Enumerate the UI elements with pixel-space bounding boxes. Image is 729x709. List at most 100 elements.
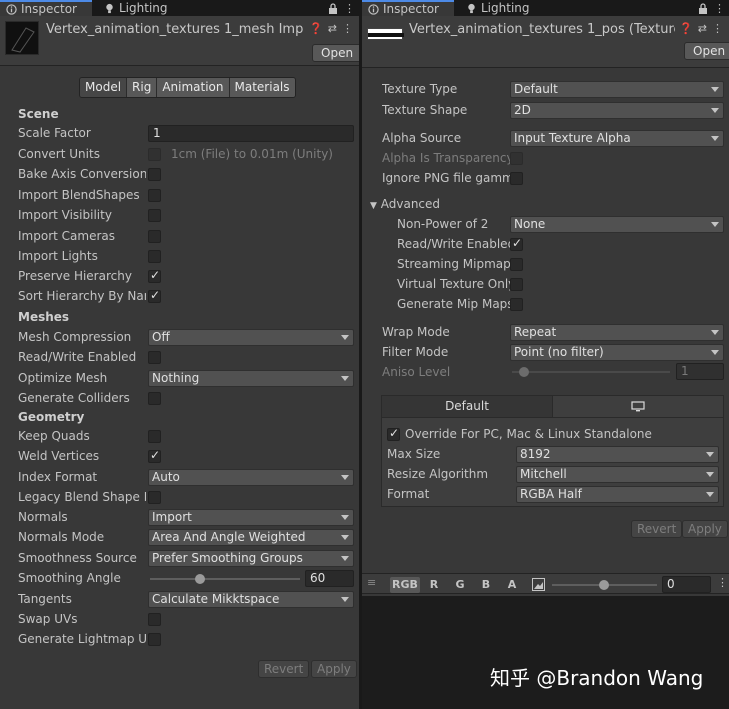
mesh-thumbnail <box>5 21 39 55</box>
alpha-source-dropdown[interactable]: Input Texture Alpha <box>510 130 724 147</box>
scale-factor-field[interactable]: 1 <box>148 125 354 142</box>
mip-level-knob[interactable] <box>599 580 609 590</box>
tab-rig[interactable]: Rig <box>127 78 158 97</box>
aniso-level-field[interactable]: 1 <box>676 363 724 380</box>
scale-factor-label: Scale Factor <box>18 126 91 140</box>
read-write-checkbox[interactable] <box>510 236 523 251</box>
revert-button[interactable]: Revert <box>258 660 310 678</box>
dropdown-arrow-icon <box>341 475 349 480</box>
tab-inspector[interactable]: Inspector <box>0 0 92 16</box>
preserve-hierarchy-checkbox[interactable] <box>148 268 161 283</box>
legacy-blend-checkbox[interactable] <box>148 491 161 504</box>
revert-button[interactable]: Revert <box>631 520 683 538</box>
tangents-dropdown[interactable]: Calculate Mikktspace <box>148 591 354 608</box>
filter-mode-value: Point (no filter) <box>514 345 604 359</box>
import-lights-checkbox[interactable] <box>148 250 161 263</box>
tab-inspector-label: Inspector <box>21 2 77 16</box>
import-blendshapes-checkbox[interactable] <box>148 189 161 202</box>
aniso-level-knob[interactable] <box>519 367 529 377</box>
drag-handle-icon[interactable]: ≡ <box>367 576 376 589</box>
filter-mode-dropdown[interactable]: Point (no filter) <box>510 344 724 361</box>
normals-dropdown[interactable]: Import <box>148 509 354 526</box>
more-menu-icon[interactable]: ⋮ <box>342 22 353 35</box>
info-icon <box>368 3 379 15</box>
channel-b-button[interactable]: B <box>478 577 494 593</box>
swap-uvs-checkbox[interactable] <box>148 613 161 626</box>
smoothing-angle-field[interactable]: 60 <box>305 570 354 587</box>
mesh-compression-label: Mesh Compression <box>18 330 132 344</box>
channel-a-button[interactable]: A <box>504 577 520 593</box>
mip-preview-icon[interactable] <box>532 578 545 591</box>
smoothness-source-dropdown[interactable]: Prefer Smoothing Groups <box>148 550 354 567</box>
mesh-compression-dropdown[interactable]: Off <box>148 329 354 346</box>
virtual-texture-checkbox[interactable] <box>510 278 523 291</box>
import-cameras-checkbox[interactable] <box>148 230 161 243</box>
index-format-dropdown[interactable]: Auto <box>148 469 354 486</box>
tab-platform-standalone[interactable] <box>553 396 723 417</box>
aniso-level-track[interactable] <box>512 371 670 373</box>
mip-level-field[interactable]: 0 <box>662 576 711 593</box>
open-button[interactable]: Open <box>312 44 359 62</box>
wrap-mode-dropdown[interactable]: Repeat <box>510 324 724 341</box>
advanced-foldout[interactable]: ▼ Advanced <box>370 197 510 211</box>
dropdown-arrow-icon <box>341 376 349 381</box>
lock-icon[interactable] <box>698 2 708 14</box>
more-menu-icon[interactable]: ⋮ <box>712 22 723 35</box>
preset-icon[interactable]: ⇄ <box>328 22 337 35</box>
more-menu-icon[interactable]: ⋮ <box>717 576 728 589</box>
tab-lighting[interactable]: Lighting <box>460 0 540 16</box>
max-size-dropdown[interactable]: 8192 <box>516 446 719 463</box>
apply-button[interactable]: Apply <box>311 660 357 678</box>
tab-lighting[interactable]: Lighting <box>98 0 178 16</box>
header-icons: ❓ ⇄ ⋮ <box>309 22 353 35</box>
import-visibility-checkbox[interactable] <box>148 209 161 222</box>
more-menu-icon[interactable]: ⋮ <box>344 2 355 15</box>
lock-icon[interactable] <box>328 2 338 14</box>
smoothness-source-value: Prefer Smoothing Groups <box>152 551 303 565</box>
texture-shape-dropdown[interactable]: 2D <box>510 102 724 119</box>
texture-type-dropdown[interactable]: Default <box>510 81 724 98</box>
preset-icon[interactable]: ⇄ <box>698 22 707 35</box>
streaming-mipmaps-checkbox[interactable] <box>510 258 523 271</box>
tab-inspector-label: Inspector <box>383 2 439 16</box>
tab-animation[interactable]: Animation <box>157 78 230 97</box>
channel-r-button[interactable]: R <box>426 577 442 593</box>
normals-mode-dropdown[interactable]: Area And Angle Weighted <box>148 529 354 546</box>
help-icon[interactable]: ❓ <box>679 22 693 35</box>
weld-vertices-checkbox[interactable] <box>148 448 161 463</box>
normals-label: Normals <box>18 510 68 524</box>
bake-axis-checkbox[interactable] <box>148 168 161 181</box>
tab-inspector[interactable]: Inspector <box>362 0 454 16</box>
convert-units-label: Convert Units <box>18 147 100 161</box>
help-icon[interactable]: ❓ <box>309 22 323 35</box>
tab-model[interactable]: Model <box>80 78 128 97</box>
generate-mip-checkbox[interactable] <box>510 298 523 311</box>
texture-preview-area: 知乎 @Brandon Wang <box>362 596 729 709</box>
smoothing-angle-track[interactable] <box>150 578 300 580</box>
smoothing-angle-knob[interactable] <box>195 574 205 584</box>
ignore-png-checkbox[interactable] <box>510 172 523 185</box>
read-write-checkbox[interactable] <box>148 351 161 364</box>
open-button[interactable]: Open <box>684 42 729 60</box>
tab-platform-default[interactable]: Default <box>382 396 553 417</box>
tab-materials[interactable]: Materials <box>229 78 295 97</box>
dropdown-arrow-icon <box>341 556 349 561</box>
keep-quads-checkbox[interactable] <box>148 430 161 443</box>
more-menu-icon[interactable]: ⋮ <box>714 2 725 15</box>
convert-units-checkbox[interactable] <box>148 148 161 161</box>
generate-colliders-checkbox[interactable] <box>148 392 161 405</box>
format-dropdown[interactable]: RGBA Half <box>516 486 719 503</box>
npot-label: Non-Power of 2 <box>397 217 489 231</box>
alpha-transparency-checkbox[interactable] <box>510 152 523 165</box>
optimize-mesh-dropdown[interactable]: Nothing <box>148 370 354 387</box>
dropdown-arrow-icon <box>711 136 719 141</box>
channel-rgb-button[interactable]: RGB <box>390 577 420 593</box>
generate-lightmap-checkbox[interactable] <box>148 633 161 646</box>
channel-g-button[interactable]: G <box>452 577 468 593</box>
apply-button[interactable]: Apply <box>682 520 728 538</box>
generate-lightmap-label: Generate Lightmap UV <box>18 632 146 646</box>
override-checkbox[interactable] <box>387 426 400 441</box>
sort-hierarchy-checkbox[interactable] <box>148 288 161 303</box>
resize-algorithm-dropdown[interactable]: Mitchell <box>516 466 719 483</box>
npot-dropdown[interactable]: None <box>510 216 724 233</box>
